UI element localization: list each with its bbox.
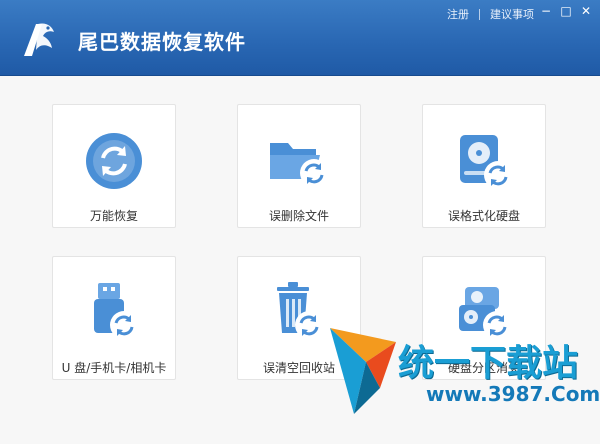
app-title: 尾巴数据恢复软件 <box>78 30 246 54</box>
tile-label: 误删除文件 <box>268 209 329 223</box>
tile-label: 万能恢复 <box>89 209 138 223</box>
tile-recycle-bin[interactable]: 误清空回收站 <box>237 256 361 380</box>
window-controls: − □ ✕ <box>538 3 594 19</box>
tile-label: U 盘/手机卡/相机卡 <box>61 361 167 375</box>
title-bar: 尾巴数据恢复软件 注册 建议事项 − □ ✕ <box>0 0 600 76</box>
tile-universal-recovery[interactable]: 万能恢复 <box>52 104 176 228</box>
tile-usb-card[interactable]: U 盘/手机卡/相机卡 <box>52 256 176 380</box>
tile-label: 误格式化硬盘 <box>447 209 520 223</box>
folder-sync-icon <box>270 143 328 187</box>
register-link[interactable]: 注册 <box>447 6 469 22</box>
tile-label: 硬盘分区消失 <box>447 361 520 375</box>
app-logo-icon <box>24 23 54 56</box>
usb-sync-icon <box>94 283 138 339</box>
partition-sync-icon <box>459 287 511 339</box>
hdd-sync-icon <box>460 135 512 189</box>
sync-circle-icon <box>86 133 142 189</box>
bottom-strip <box>0 430 600 444</box>
minimize-button[interactable]: − <box>538 3 554 19</box>
close-button[interactable]: ✕ <box>578 3 594 19</box>
trash-sync-icon <box>277 282 323 339</box>
main-content: 万能恢复 误删除文件 误格式化硬盘 U 盘/手机卡/相机卡 误清空回收站 硬盘分… <box>0 77 600 444</box>
tile-label: 误清空回收站 <box>262 361 335 375</box>
suggest-link[interactable]: 建议事项 <box>490 6 534 22</box>
maximize-button[interactable]: □ <box>558 3 574 19</box>
link-divider <box>479 8 480 20</box>
tile-formatted-disk[interactable]: 误格式化硬盘 <box>422 104 546 228</box>
top-links: 注册 建议事项 <box>447 6 534 22</box>
tile-lost-partition[interactable]: 硬盘分区消失 <box>422 256 546 380</box>
app-window: 尾巴数据恢复软件 注册 建议事项 − □ ✕ 万能恢复 误删除文件 误格式化硬盘… <box>0 0 600 444</box>
tile-deleted-files[interactable]: 误删除文件 <box>237 104 361 228</box>
